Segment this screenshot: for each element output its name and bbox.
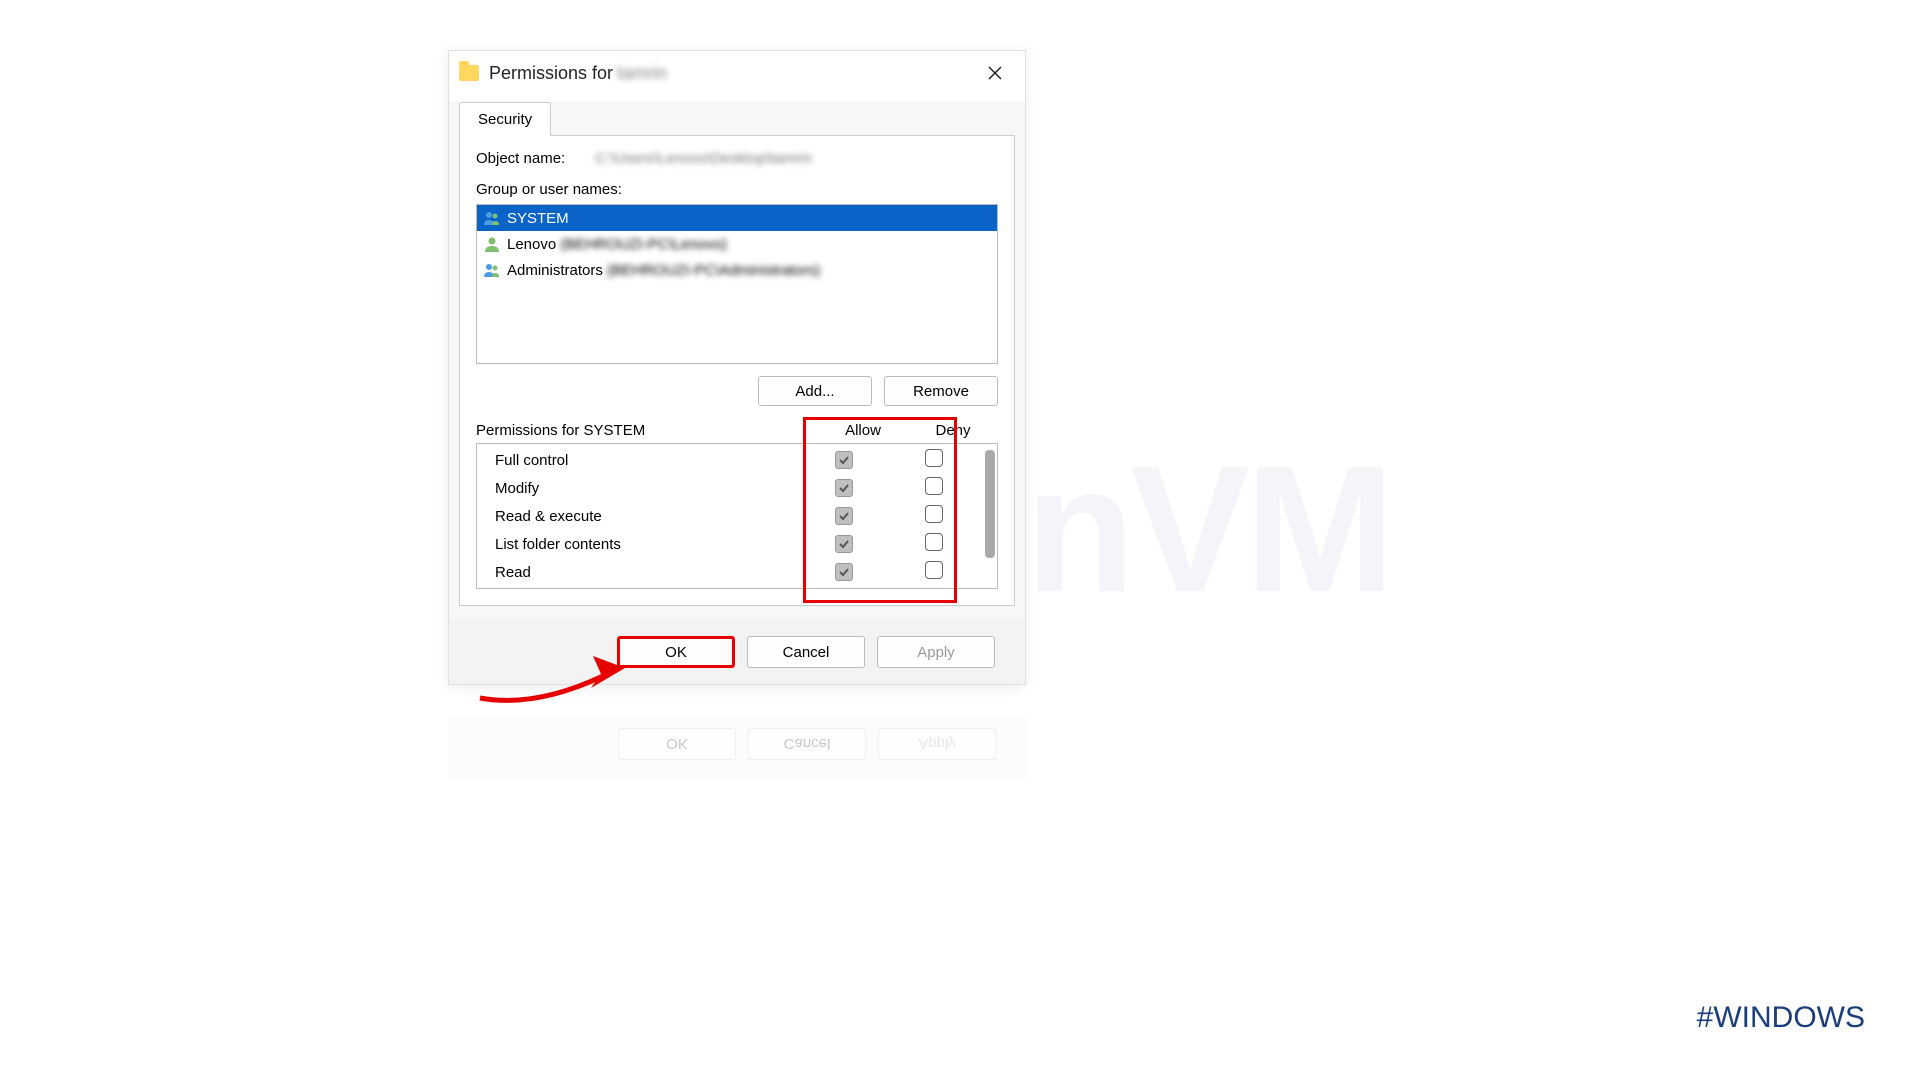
hashtag-label: #WINDOWS [1697,1001,1865,1035]
permission-row: Modify [477,474,997,502]
tab-security[interactable]: Security [459,102,551,136]
group-icon [483,261,501,279]
scrollbar[interactable] [985,450,995,558]
permission-name: Full control [495,452,799,469]
permission-row: List folder contents [477,530,997,558]
allow-checkbox[interactable] [799,507,889,526]
deny-checkbox[interactable] [889,561,979,583]
user-suffix: (BEHROUZI-PC\Lenovo) [560,236,727,253]
permission-name: Modify [495,480,799,497]
titlebar: Permissions for tamrin [449,51,1025,95]
add-button[interactable]: Add... [758,376,872,406]
user-item[interactable]: SYSTEM [477,205,997,231]
permissions-dialog: Permissions for tamrin Security Object n… [448,50,1026,685]
permissions-listbox[interactable]: Full control Modify Read & execute List fol… [476,443,998,589]
apply-button[interactable]: Apply [877,636,995,668]
window-title-name: tamrin [617,63,667,84]
window-title-prefix: Permissions for [489,63,613,84]
allow-checkbox[interactable] [799,451,889,470]
user-name: Lenovo [507,236,556,253]
close-button[interactable] [975,53,1015,93]
deny-checkbox[interactable] [889,449,979,471]
object-path: C:\Users\Lenovo\Desktop\tamrin [595,150,812,167]
deny-checkbox[interactable] [889,533,979,555]
user-item[interactable]: Administrators(BEHROUZI-PC\Administrator… [477,257,997,283]
permission-row: Read [477,558,997,586]
allow-column-header: Allow [818,422,908,439]
reflection: OK Cancel Apply [448,718,1026,778]
group-user-label: Group or user names: [476,181,998,198]
group-icon [483,209,501,227]
close-icon [987,65,1003,81]
object-name-label: Object name: [476,150,565,167]
deny-checkbox[interactable] [889,505,979,527]
permission-name: Read & execute [495,508,799,525]
permission-row: Read & execute [477,502,997,530]
security-panel: Object name: C:\Users\Lenovo\Desktop\tam… [459,135,1015,606]
allow-checkbox[interactable] [799,479,889,498]
permission-name: Read [495,564,799,581]
cancel-button[interactable]: Cancel [747,636,865,668]
user-name: SYSTEM [507,210,569,227]
user-suffix: (BEHROUZI-PC\Administrators) [607,262,820,279]
users-listbox[interactable]: SYSTEMLenovo(BEHROUZI-PC\Lenovo)Administ… [476,204,998,364]
folder-icon [459,65,479,81]
user-name: Administrators [507,262,603,279]
user-icon [483,235,501,253]
tabs: Security [459,101,1015,135]
allow-checkbox[interactable] [799,535,889,554]
permissions-for-label: Permissions for SYSTEM [476,422,818,439]
permissions-header: Permissions for SYSTEM Allow Deny [476,422,998,439]
deny-column-header: Deny [908,422,998,439]
deny-checkbox[interactable] [889,477,979,499]
dialog-button-row: OK Cancel Apply [449,618,1025,684]
ok-button[interactable]: OK [617,636,735,668]
allow-checkbox[interactable] [799,563,889,582]
remove-button[interactable]: Remove [884,376,998,406]
user-item[interactable]: Lenovo(BEHROUZI-PC\Lenovo) [477,231,997,257]
permission-row: Full control [477,446,997,474]
permission-name: List folder contents [495,536,799,553]
